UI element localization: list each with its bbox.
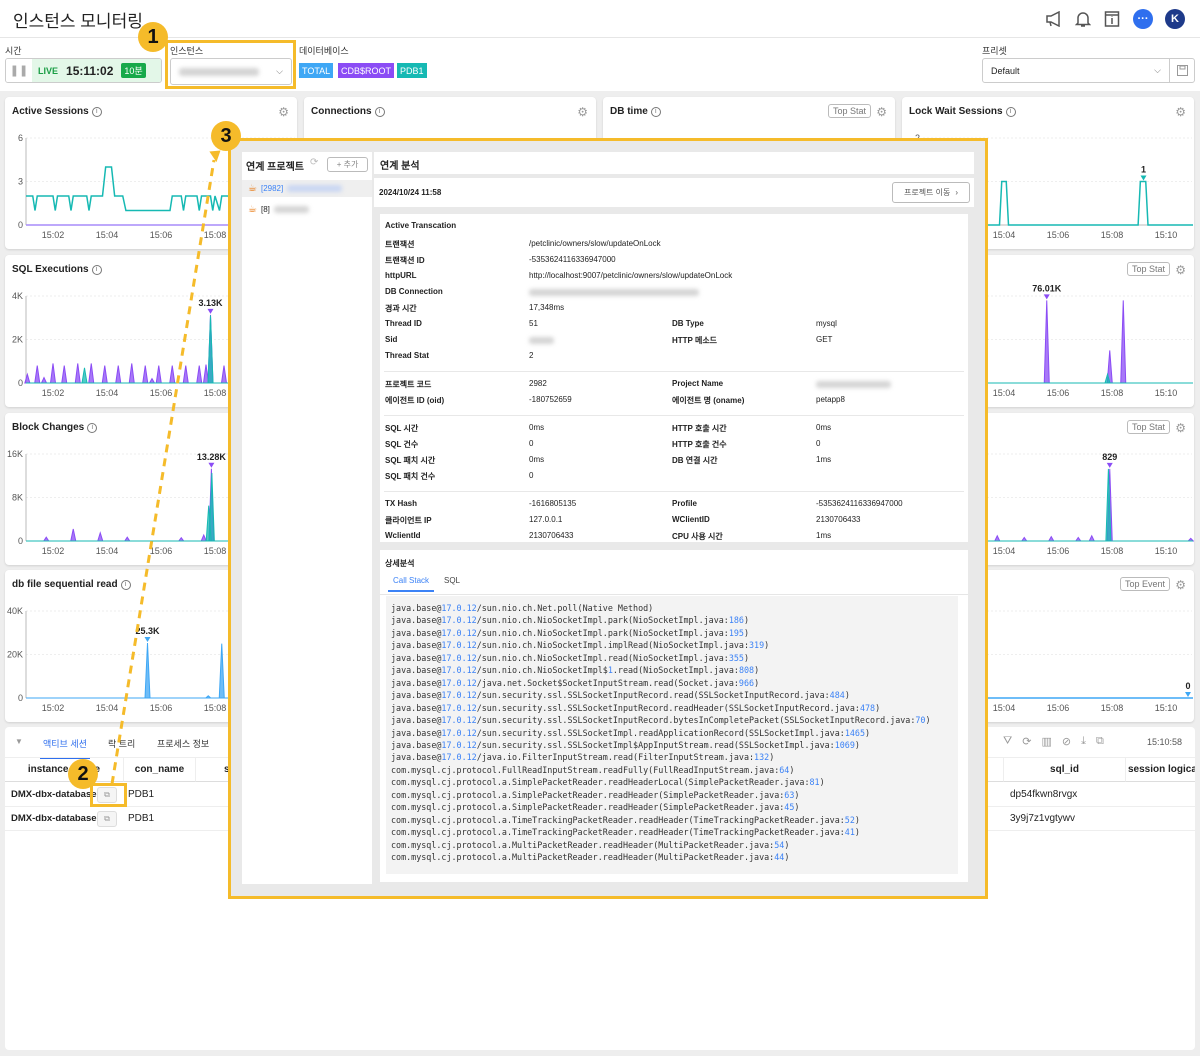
step-badge-1: 1 xyxy=(138,22,168,52)
step-badge-3: 3 xyxy=(211,121,241,151)
step-badge-2: 2 xyxy=(68,759,98,789)
annotation-arrow xyxy=(110,150,221,785)
